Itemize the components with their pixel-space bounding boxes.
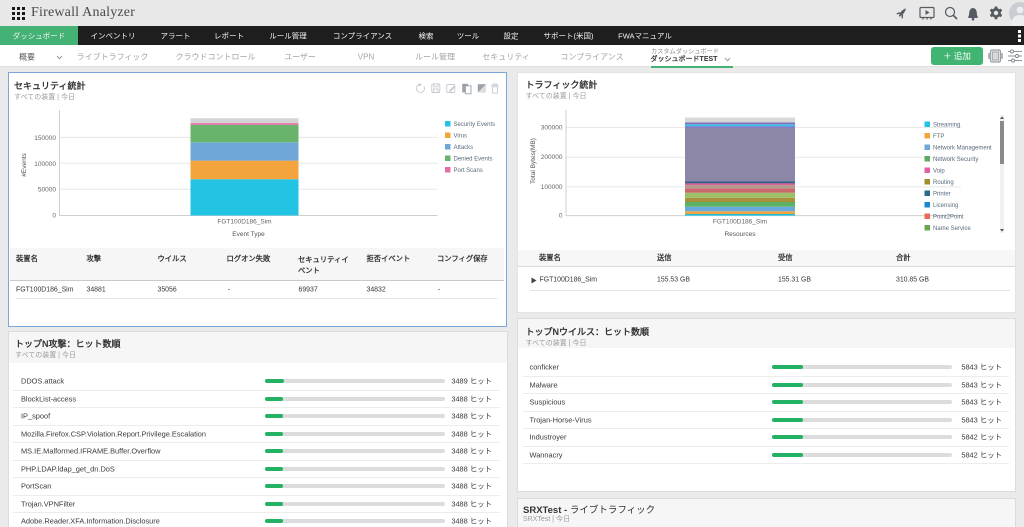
svg-text:Streaming: Streaming [933, 123, 960, 129]
svg-text:Network Management: Network Management [933, 146, 992, 152]
svg-text:#Events: #Events [21, 153, 28, 177]
svg-text:Resources: Resources [724, 231, 756, 238]
svg-text:300000: 300000 [541, 125, 563, 132]
svg-text:Denied Events: Denied Events [453, 157, 492, 163]
svg-text:Event Type: Event Type [232, 231, 265, 238]
svg-text:Routing: Routing [933, 180, 954, 186]
svg-text:Virus: Virus [453, 134, 467, 140]
svg-text:100000: 100000 [541, 184, 563, 191]
svg-text:150000: 150000 [34, 135, 56, 142]
svg-text:Security Events: Security Events [453, 122, 495, 128]
svg-text:0: 0 [52, 213, 56, 220]
svg-text:Point2Point: Point2Point [933, 215, 964, 221]
svg-text:100000: 100000 [34, 161, 56, 168]
svg-text:Licensing: Licensing [933, 203, 958, 209]
svg-text:FTP: FTP [933, 134, 944, 140]
svg-text:0: 0 [559, 213, 563, 220]
svg-text:Voip: Voip [933, 169, 945, 175]
svg-text:Printer: Printer [933, 192, 951, 198]
svg-text:Port Scans: Port Scans [453, 168, 482, 174]
svg-text:Attacks: Attacks [453, 145, 473, 151]
svg-text:FGT100D186_Sim: FGT100D186_Sim [217, 219, 271, 226]
svg-text:Network Security: Network Security [933, 157, 978, 163]
svg-text:Total Bytes(MB): Total Bytes(MB) [530, 138, 537, 184]
svg-text:FGT100D186_Sim: FGT100D186_Sim [713, 219, 767, 226]
svg-text:200000: 200000 [541, 154, 563, 161]
svg-text:Name Service: Name Service [933, 226, 971, 232]
svg-text:50000: 50000 [37, 187, 55, 194]
